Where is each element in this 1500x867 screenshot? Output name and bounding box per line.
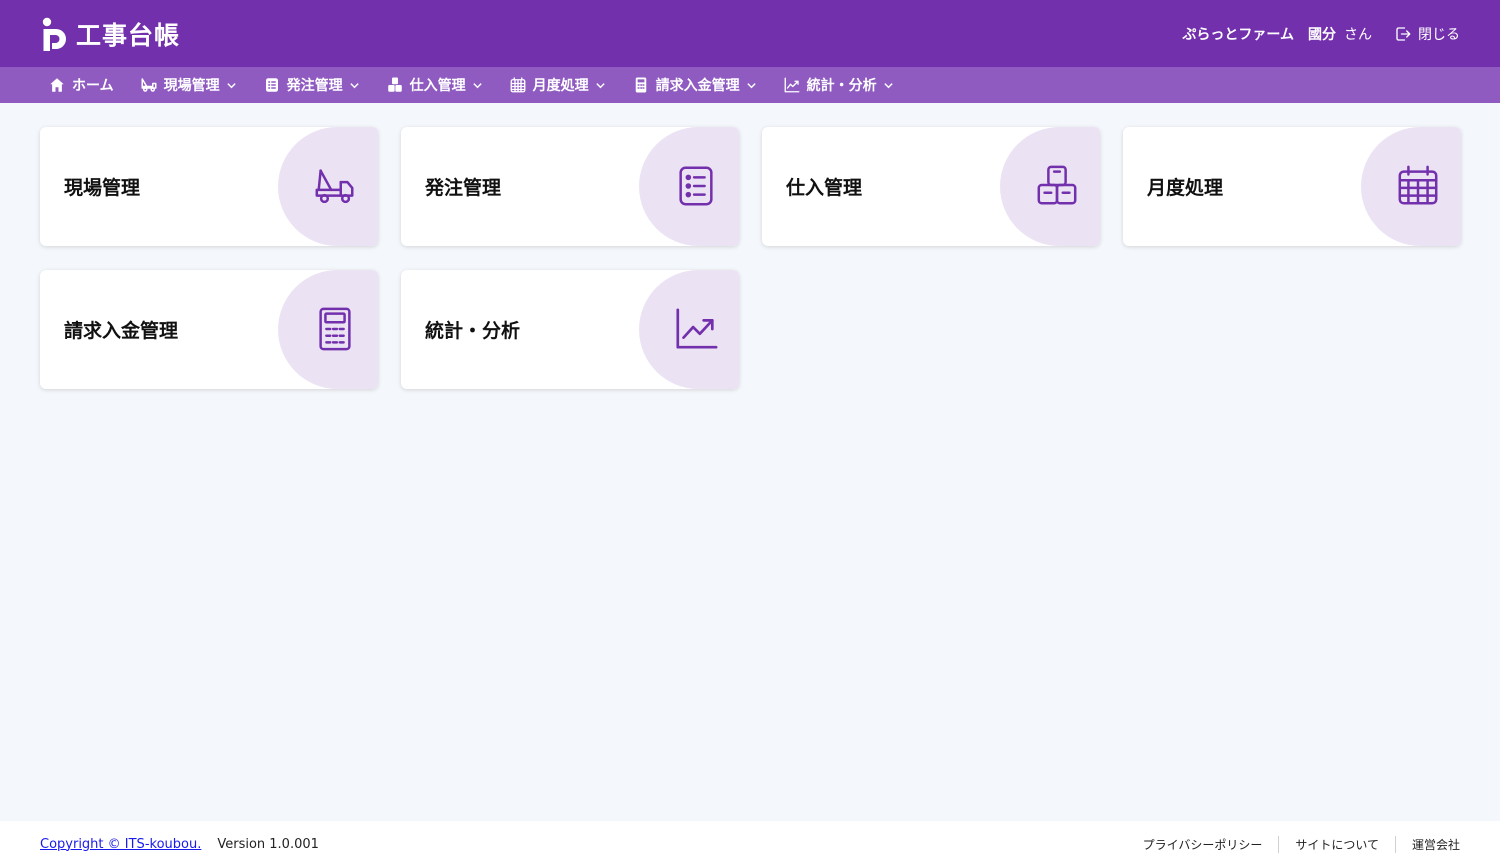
nav-item-statistics[interactable]: 統計・分析	[783, 75, 894, 95]
chevron-down-icon	[226, 82, 236, 88]
chevron-down-icon	[472, 82, 482, 88]
order-list-icon	[265, 78, 278, 92]
privacy-policy-link[interactable]: プライバシーポリシー	[1143, 836, 1279, 853]
order-list-icon	[679, 166, 713, 206]
chevron-down-icon	[595, 82, 605, 88]
app-logo-icon	[42, 17, 66, 51]
about-site-link[interactable]: サイトについて	[1278, 835, 1395, 853]
nav-item-label: ホーム	[72, 78, 114, 94]
page-footer: Copyright © ITS-koubou. Version 1.0.001 …	[0, 821, 1500, 867]
home-icon	[50, 78, 64, 92]
nav-item-label: 現場管理	[163, 78, 220, 94]
truck-icon	[141, 78, 157, 92]
card-order-management[interactable]: 発注管理	[401, 127, 739, 246]
card-label: 月度処理	[1147, 177, 1224, 199]
close-label: 閉じる	[1418, 26, 1460, 43]
card-label: 仕入管理	[786, 177, 863, 199]
chevron-down-icon	[349, 82, 359, 88]
nav-item-label: 仕入管理	[409, 78, 466, 94]
calendar-icon	[510, 77, 526, 93]
truck-icon	[315, 169, 354, 204]
app-title: 工事台帳	[76, 20, 181, 50]
user-honorific: さん	[1344, 26, 1372, 43]
card-billing-payment[interactable]: 請求入金管理	[40, 270, 378, 389]
logout-icon	[1396, 26, 1411, 41]
card-purchase-management[interactable]: 仕入管理	[762, 127, 1100, 246]
app-header: 工事台帳 ぷらっとファーム 國分 さん 閉じる	[0, 0, 1500, 67]
card-statistics[interactable]: 統計・分析	[401, 270, 739, 389]
card-site-management[interactable]: 現場管理	[40, 127, 378, 246]
boxes-icon	[1037, 165, 1077, 205]
chevron-down-icon	[883, 82, 893, 88]
copyright-link[interactable]: Copyright © ITS-koubou.	[40, 837, 201, 852]
footer-links: プライバシーポリシー サイトについて 運営会社	[1143, 835, 1460, 853]
brand[interactable]: 工事台帳	[42, 16, 180, 52]
card-label: 現場管理	[64, 177, 141, 199]
nav-item-label: 請求入金管理	[655, 78, 740, 94]
nav-item-home[interactable]: ホーム	[48, 75, 114, 95]
boxes-icon	[387, 77, 402, 92]
user-name: 國分	[1308, 26, 1336, 43]
nav-item-label: 発注管理	[286, 78, 343, 94]
footer-left: Copyright © ITS-koubou. Version 1.0.001	[40, 837, 319, 852]
card-label: 統計・分析	[425, 320, 521, 342]
nav-item-monthly-processing[interactable]: 月度処理	[509, 75, 606, 95]
nav-item-order-management[interactable]: 発注管理	[263, 75, 360, 95]
close-button[interactable]: 閉じる	[1394, 24, 1460, 44]
user-area: ぷらっとファーム 國分 さん 閉じる	[1182, 24, 1460, 44]
nav-item-billing-payment[interactable]: 請求入金管理	[632, 75, 757, 95]
card-label: 請求入金管理	[64, 320, 179, 342]
card-monthly-processing[interactable]: 月度処理	[1123, 127, 1461, 246]
nav-item-purchase-management[interactable]: 仕入管理	[386, 75, 483, 95]
menu-cards: 現場管理 発注管理 仕入管理 月度処理 請求入金管理 統計・分析	[40, 127, 1461, 389]
calculator-icon	[635, 77, 646, 93]
nav-item-label: 統計・分析	[806, 78, 877, 94]
nav-item-site-management[interactable]: 現場管理	[140, 75, 237, 95]
version-text: Version 1.0.001	[217, 836, 319, 852]
main-nav: ホーム 現場管理 発注管理 仕入管理 月度処理 請求入金管理 統計・分析	[0, 67, 1500, 103]
chevron-down-icon	[746, 82, 756, 88]
nav-item-label: 月度処理	[532, 78, 589, 94]
calculator-icon	[319, 307, 351, 351]
company-name: ぷらっとファーム	[1182, 26, 1294, 43]
calendar-icon	[1398, 165, 1438, 205]
chart-line-icon	[784, 77, 800, 93]
operating-company-link[interactable]: 運営会社	[1394, 835, 1460, 853]
card-label: 発注管理	[425, 177, 502, 199]
chart-line-icon	[676, 308, 718, 349]
